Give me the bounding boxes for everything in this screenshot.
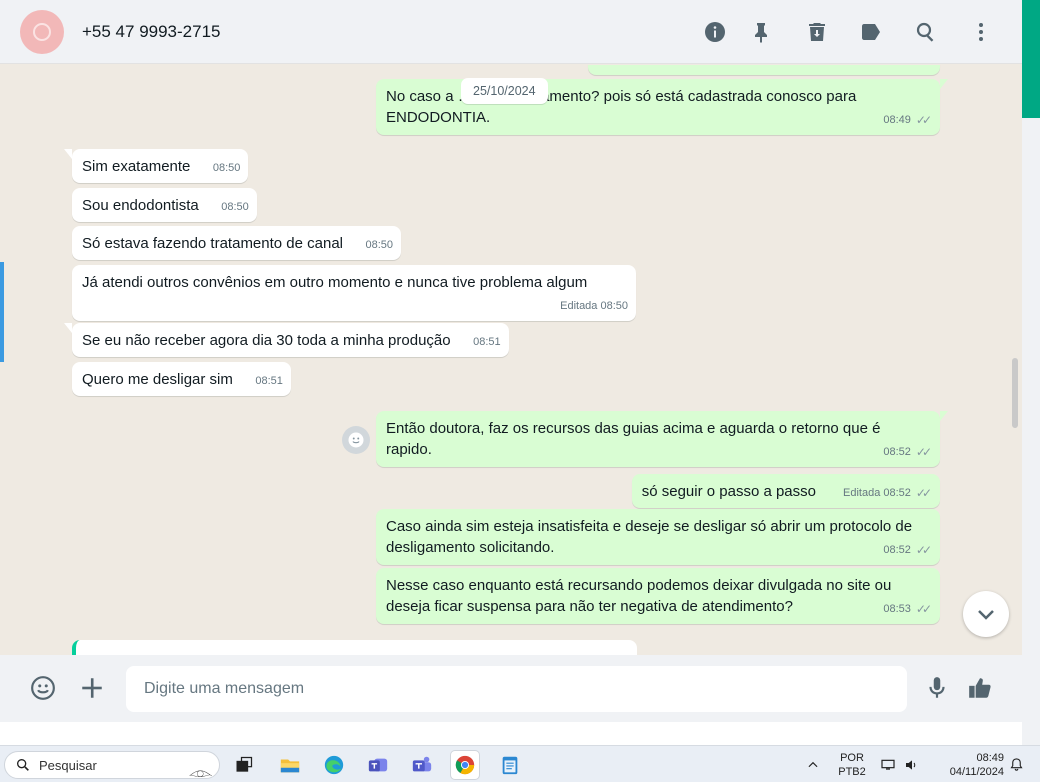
message-bubble[interactable]: Sou endodontista 08:50 bbox=[72, 188, 257, 222]
message-text: Nesse caso enquanto está recursando pode… bbox=[386, 577, 892, 615]
message-meta: 08:49 ✓✓ bbox=[883, 110, 932, 131]
message-meta: 08:50 bbox=[212, 162, 241, 174]
double-check-icon: ✓✓ bbox=[915, 486, 932, 500]
message-input[interactable] bbox=[126, 666, 907, 712]
message-meta: 08:51 bbox=[473, 336, 501, 348]
message-meta: 08:53 ✓✓ bbox=[883, 599, 932, 620]
message-meta: 08:52 ✓✓ bbox=[883, 540, 932, 561]
label-icon[interactable] bbox=[857, 18, 885, 46]
message-bubble-partial bbox=[72, 640, 637, 656]
double-check-icon: ✓✓ bbox=[915, 602, 932, 616]
edge-icon[interactable] bbox=[320, 751, 348, 779]
teams-classic-icon[interactable] bbox=[408, 751, 436, 779]
message-list[interactable]: No caso a … a o desligamento? pois só es… bbox=[0, 65, 1022, 655]
message-bubble[interactable]: Sim exatamente 08:50 bbox=[64, 149, 249, 183]
message-text: Então doutora, faz os recursos das guias… bbox=[386, 420, 881, 458]
keyboard-layout: PTB2 bbox=[838, 765, 866, 778]
search-icon bbox=[16, 759, 29, 771]
message-text: Caso ainda sim esteja insatisfeita e des… bbox=[386, 518, 913, 556]
chat-header: +55 47 9993-2715 bbox=[0, 0, 1022, 64]
taskbar-search-label: Pesquisar bbox=[39, 757, 97, 773]
desktop-gap bbox=[0, 722, 1022, 745]
contact-name[interactable]: +55 47 9993-2715 bbox=[82, 22, 221, 42]
message-meta: 08:51 bbox=[255, 375, 283, 387]
thumbs-up-icon[interactable] bbox=[965, 673, 995, 703]
double-check-icon: ✓✓ bbox=[915, 543, 932, 557]
message-bubble[interactable]: só seguir o passo a passo Editada 08:52 ✓… bbox=[631, 474, 940, 508]
background-window-edge bbox=[0, 262, 4, 362]
double-check-icon: ✓✓ bbox=[915, 445, 932, 459]
window-edge bbox=[1022, 0, 1040, 745]
message-bubble[interactable]: Só estava fazendo tratamento de canal 08… bbox=[72, 226, 402, 260]
message-text: Já atendi outros convênios em outro mome… bbox=[82, 274, 588, 291]
smiley-icon bbox=[348, 432, 364, 448]
message-bubble[interactable]: Então doutora, faz os recursos das guias… bbox=[376, 411, 948, 467]
message-bubble[interactable]: Nesse caso enquanto está recursando pode… bbox=[376, 568, 940, 624]
tray-chevron-up-icon[interactable] bbox=[805, 746, 821, 782]
scroll-to-bottom-button[interactable] bbox=[963, 591, 1009, 637]
volume-icon[interactable] bbox=[902, 746, 922, 782]
language-indicator[interactable]: POR PTB2 bbox=[834, 746, 870, 782]
message-text: Só estava fazendo tratamento de canal bbox=[82, 235, 344, 252]
chevron-down-icon bbox=[978, 610, 994, 620]
message-meta: 08:50 bbox=[221, 201, 249, 213]
notification-bell-icon[interactable] bbox=[1008, 746, 1024, 782]
attach-plus-icon[interactable] bbox=[77, 673, 107, 703]
language-code: POR bbox=[840, 751, 864, 764]
chat-scrollbar[interactable] bbox=[1012, 358, 1018, 428]
windows-taskbar: Pesquisar 𓁹 POR PTB2 08:49 04/11/2024 bbox=[0, 745, 1040, 782]
message-text: Sim exatamente bbox=[82, 158, 191, 175]
message-meta: 08:52 ✓✓ bbox=[883, 442, 932, 463]
message-bubble[interactable]: Caso ainda sim esteja insatisfeita e des… bbox=[376, 509, 940, 565]
network-icon[interactable] bbox=[878, 746, 898, 782]
more-icon[interactable] bbox=[967, 18, 995, 46]
message-meta: Editada 08:50 bbox=[560, 300, 628, 312]
taskbar-search[interactable]: Pesquisar 𓁹 bbox=[4, 751, 220, 782]
react-emoji-button[interactable] bbox=[342, 426, 370, 454]
double-check-icon: ✓✓ bbox=[915, 113, 932, 127]
info-icon[interactable] bbox=[701, 18, 729, 46]
message-bubble[interactable]: Quero me desligar sim 08:51 bbox=[72, 362, 291, 396]
message-bubble-partial bbox=[588, 65, 940, 75]
clock[interactable]: 08:49 04/11/2024 bbox=[934, 746, 1004, 782]
chrome-icon[interactable] bbox=[451, 751, 479, 779]
notepad-icon[interactable] bbox=[496, 751, 524, 779]
message-meta: Editada 08:52 ✓✓ bbox=[843, 483, 932, 504]
message-text: Sou endodontista bbox=[82, 197, 199, 214]
message-bubble[interactable]: Se eu não receber agora dia 30 toda a mi… bbox=[64, 323, 509, 357]
date-separator: 25/10/2024 bbox=[461, 78, 548, 104]
clock-date: 04/11/2024 bbox=[949, 765, 1004, 778]
delete-icon[interactable] bbox=[803, 18, 831, 46]
microphone-icon[interactable] bbox=[922, 673, 952, 703]
clock-time: 08:49 bbox=[976, 751, 1004, 764]
pin-icon[interactable] bbox=[747, 18, 775, 46]
message-text: só seguir o passo a passo bbox=[641, 483, 816, 500]
pharaoh-icon: 𓁹 bbox=[188, 762, 213, 782]
message-text: Se eu não receber agora dia 30 toda a mi… bbox=[82, 332, 451, 349]
message-bubble[interactable]: Já atendi outros convênios em outro mome… bbox=[72, 265, 636, 321]
whatsapp-window: +55 47 9993-2715 No caso a … a o desliga… bbox=[0, 0, 1022, 722]
message-text: Quero me desligar sim bbox=[82, 371, 233, 388]
avatar[interactable] bbox=[20, 10, 64, 54]
search-icon[interactable] bbox=[912, 18, 940, 46]
task-view-icon[interactable] bbox=[230, 751, 258, 779]
message-meta: 08:50 bbox=[365, 239, 394, 251]
teams-icon[interactable] bbox=[364, 751, 392, 779]
emoji-icon[interactable] bbox=[28, 673, 58, 703]
message-composer bbox=[0, 655, 1022, 722]
file-explorer-icon[interactable] bbox=[276, 751, 304, 779]
